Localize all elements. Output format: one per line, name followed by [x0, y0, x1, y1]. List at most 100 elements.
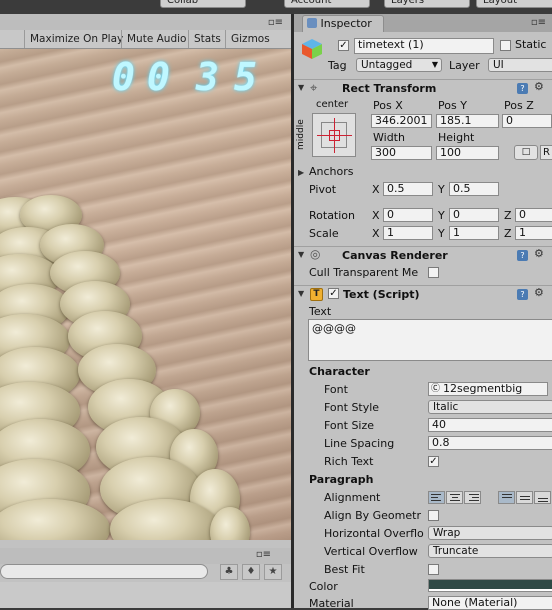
- tag-dropdown[interactable]: Untagged ▼: [356, 58, 442, 72]
- filter-by-type-icon[interactable]: ♣: [220, 564, 238, 580]
- raw-edit-button[interactable]: R: [540, 145, 552, 160]
- pivot-y-field[interactable]: 0.5: [449, 182, 499, 196]
- cull-transparent-label: Cull Transparent Me: [309, 266, 419, 279]
- gizmos-button[interactable]: Gizmos: [225, 30, 275, 48]
- mute-audio-button[interactable]: Mute Audio: [121, 30, 191, 48]
- anchor-preset-side-label: middle: [296, 119, 306, 150]
- cull-transparent-checkbox[interactable]: [428, 267, 439, 278]
- scale-x-field[interactable]: 1: [383, 226, 433, 240]
- info-icon: [307, 18, 317, 28]
- project-panel-tabstrip: ▫≡: [0, 548, 291, 564]
- character-section-label: Character: [309, 365, 370, 378]
- editor-top-bar: Collab Account Layers Layout: [0, 0, 552, 14]
- posx-field[interactable]: 346.2001: [371, 114, 432, 128]
- layer-dropdown[interactable]: UI: [488, 58, 552, 72]
- font-asset-icon: Ⓒ: [431, 384, 441, 394]
- gameobject-cube-icon: [300, 37, 324, 61]
- x-label: X: [372, 209, 380, 222]
- text-script-enabled-checkbox[interactable]: ✓: [328, 288, 339, 299]
- rect-transform-header[interactable]: ▼ ⌖ Rect Transform ? ⚙: [294, 79, 552, 96]
- layer-label: Layer: [449, 59, 480, 72]
- posy-label: Pos Y: [438, 99, 467, 112]
- foldout-arrow-icon[interactable]: ▼: [298, 83, 304, 92]
- pivot-x-field[interactable]: 0.5: [383, 182, 433, 196]
- text-script-header[interactable]: ▼ T ✓ Text (Script) ? ⚙: [294, 285, 552, 302]
- layers-button[interactable]: Layers: [384, 0, 470, 8]
- scale-label: Scale: [309, 227, 339, 240]
- rotation-label: Rotation: [309, 209, 356, 222]
- align-center-button[interactable]: [446, 491, 463, 504]
- posz-field[interactable]: 0: [502, 114, 552, 128]
- maximize-on-play-button[interactable]: Maximize On Play: [24, 30, 128, 48]
- panel-menu-icon[interactable]: ▫≡: [531, 17, 546, 28]
- align-right-button[interactable]: [464, 491, 481, 504]
- object-name-field[interactable]: timetext (1): [354, 38, 494, 54]
- font-size-field[interactable]: 40: [428, 418, 552, 432]
- foldout-arrow-icon[interactable]: ▶: [298, 168, 304, 177]
- align-middle-button[interactable]: [516, 491, 533, 504]
- help-icon[interactable]: ?: [517, 289, 528, 300]
- scale-y-field[interactable]: 1: [449, 226, 499, 240]
- help-icon[interactable]: ?: [517, 83, 528, 94]
- rotation-x-field[interactable]: 0: [383, 208, 433, 222]
- foldout-arrow-icon[interactable]: ▼: [298, 250, 304, 259]
- font-field[interactable]: Ⓒ 12segmentbig: [428, 382, 548, 396]
- account-button[interactable]: Account: [284, 0, 370, 8]
- canvas-renderer-title: Canvas Renderer: [342, 249, 448, 262]
- vertical-overflow-label: Vertical Overflow: [324, 545, 418, 558]
- active-checkbox[interactable]: ✓: [338, 40, 349, 51]
- anchor-preset-top-label: center: [316, 99, 349, 110]
- static-checkbox[interactable]: [500, 40, 511, 51]
- help-icon[interactable]: ?: [517, 250, 528, 261]
- y-label: Y: [438, 183, 445, 196]
- best-fit-checkbox[interactable]: [428, 564, 439, 575]
- align-bottom-button[interactable]: [534, 491, 551, 504]
- layout-button[interactable]: Layout: [476, 0, 552, 8]
- foldout-arrow-icon[interactable]: ▼: [298, 289, 304, 298]
- canvas-renderer-header[interactable]: ▼ ◎ Canvas Renderer ? ⚙: [294, 246, 552, 263]
- rich-text-checkbox[interactable]: ✓: [428, 456, 439, 467]
- align-by-geometry-checkbox[interactable]: [428, 510, 439, 521]
- blueprint-mode-button[interactable]: □: [514, 145, 538, 160]
- panel-menu-icon[interactable]: ▫≡: [256, 549, 271, 560]
- settings-gear-icon[interactable]: ⚙: [534, 80, 544, 93]
- align-by-geometry-label: Align By Geometr: [324, 509, 421, 522]
- color-label: Color: [309, 580, 338, 593]
- z-label: Z: [504, 227, 512, 240]
- panel-menu-icon[interactable]: ▫≡: [268, 17, 283, 28]
- horizontal-overflow-dropdown[interactable]: Wrap: [428, 526, 552, 540]
- rotation-z-field[interactable]: 0: [515, 208, 552, 222]
- pivot-label: Pivot: [309, 183, 337, 196]
- favorites-star-icon[interactable]: ★: [264, 564, 282, 580]
- anchor-presets-button[interactable]: [312, 113, 356, 157]
- posx-label: Pos X: [373, 99, 403, 112]
- line-spacing-field[interactable]: 0.8: [428, 436, 552, 450]
- stats-button[interactable]: Stats: [188, 30, 226, 48]
- game-viewport[interactable]: 0 0 3 5: [0, 49, 291, 540]
- posy-field[interactable]: 185.1: [436, 114, 499, 128]
- height-field[interactable]: 100: [436, 146, 499, 160]
- collab-button[interactable]: Collab: [160, 0, 246, 8]
- height-label: Height: [438, 131, 475, 144]
- rotation-y-field[interactable]: 0: [449, 208, 499, 222]
- anchors-label[interactable]: Anchors: [309, 165, 354, 178]
- align-top-button[interactable]: [498, 491, 515, 504]
- font-style-dropdown[interactable]: Italic: [428, 400, 552, 414]
- vertical-overflow-dropdown[interactable]: Truncate: [428, 544, 552, 558]
- project-search-input[interactable]: [0, 564, 208, 579]
- rich-text-label: Rich Text: [324, 455, 374, 468]
- z-label: Z: [504, 209, 512, 222]
- tab-inspector[interactable]: Inspector: [302, 15, 384, 32]
- scale-z-field[interactable]: 1: [515, 226, 552, 240]
- timer-digit: 5: [234, 55, 257, 99]
- align-left-button[interactable]: [428, 491, 445, 504]
- filter-by-label-icon[interactable]: ♦: [242, 564, 260, 580]
- settings-gear-icon[interactable]: ⚙: [534, 286, 544, 299]
- text-value-area[interactable]: @@@@: [308, 319, 552, 361]
- settings-gear-icon[interactable]: ⚙: [534, 247, 544, 260]
- color-swatch[interactable]: [428, 579, 552, 592]
- rect-transform-icon: ⌖: [310, 81, 318, 96]
- width-field[interactable]: 300: [371, 146, 432, 160]
- x-label: X: [372, 227, 380, 240]
- best-fit-label: Best Fit: [324, 563, 365, 576]
